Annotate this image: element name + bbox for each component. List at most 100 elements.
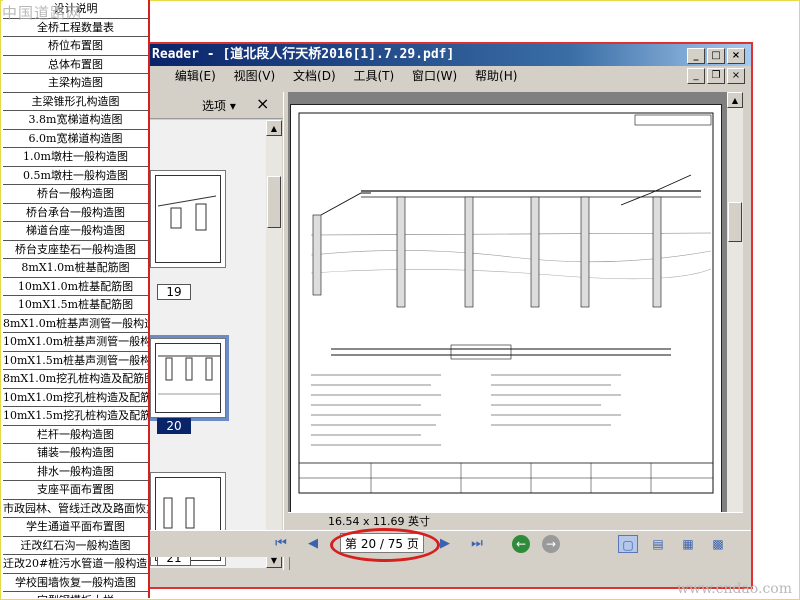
scrollbar-thumb[interactable] xyxy=(728,202,742,242)
drawing-list: 设计说明 全桥工程数量表 桥位布置图 总体布置图 主梁构造图 主梁锥形孔构造图 3.8m宽梯… xyxy=(3,0,150,598)
drawing-list-item[interactable]: 1.0m墩柱一般构造图 xyxy=(3,148,148,167)
soil-layer xyxy=(310,250,712,263)
facing-view-icon[interactable]: ▦ xyxy=(678,535,698,553)
status-bar: 16.54 x 11.69 英寸 xyxy=(288,512,743,531)
forward-icon[interactable]: → xyxy=(542,535,560,553)
drawing-list-item[interactable]: 学生通道平面布置图 xyxy=(3,518,148,537)
stair-ramp xyxy=(320,192,371,216)
drawing-list-item[interactable]: 支座平面布置图 xyxy=(3,481,148,500)
drawing-list-item[interactable]: 定型钢模板大样 xyxy=(3,592,148,598)
menu-edit[interactable]: 编辑(E) xyxy=(168,66,223,86)
menu-view[interactable]: 视图(V) xyxy=(227,66,283,86)
next-page-icon[interactable]: ▶ xyxy=(436,535,454,553)
page-size-readout: 16.54 x 11.69 英寸 xyxy=(328,515,430,528)
window-controls: _ □ × xyxy=(687,48,745,64)
drawing-list-item[interactable]: 0.5m墩柱一般构造图 xyxy=(3,167,148,185)
thumbnail-label: 19 xyxy=(157,284,191,300)
plan-box xyxy=(450,344,512,360)
thumb-pier xyxy=(165,357,173,381)
drawing-list-item[interactable]: 10mX1.5m挖孔桩构造及配筋图 xyxy=(3,407,148,426)
drawing-list-item[interactable]: 总体布置图 xyxy=(3,56,148,74)
drawing-list-item[interactable]: 排水一般构造图 xyxy=(3,463,148,481)
prev-page-icon[interactable]: ◀ xyxy=(304,535,322,553)
drawing-list-item[interactable]: 8mX1.0m桩基配筋图 xyxy=(3,259,148,278)
last-page-icon[interactable]: ⏭ xyxy=(468,535,486,553)
drawing-list-item[interactable]: 市政园林、管线迁改及路面恢复示意图 xyxy=(3,500,148,518)
thumbnail-sketch xyxy=(158,355,220,395)
ground-line xyxy=(310,232,712,236)
drawing-list-item[interactable]: 3.8m宽梯道构造图 xyxy=(3,111,148,130)
drawing-list-item[interactable]: 桥台承台一般构造图 xyxy=(3,204,148,222)
menu-document[interactable]: 文档(D) xyxy=(286,66,343,86)
soil-layer xyxy=(310,268,712,280)
pier xyxy=(312,214,322,296)
thumb-line xyxy=(157,195,217,207)
scroll-up-icon[interactable]: ▲ xyxy=(266,120,282,136)
drawing-list-item[interactable]: 迁改红石沟一般构造图 xyxy=(3,537,148,555)
pane-close-button[interactable]: × xyxy=(256,94,269,113)
drawing-list-item[interactable]: 主梁锥形孔构造图 xyxy=(3,93,148,111)
drawing-list-item[interactable]: 6.0m宽梯道构造图 xyxy=(3,130,148,148)
pdf-page xyxy=(290,104,722,536)
watermark-bottom-right: www.cndao.com xyxy=(676,581,792,597)
doc-minimize-button[interactable]: _ xyxy=(687,68,705,84)
thumbnail-label-selected: 20 xyxy=(157,418,191,434)
document-scrollbar[interactable]: ▲ ▼ xyxy=(727,92,743,542)
maximize-button[interactable]: □ xyxy=(707,48,725,64)
window-title: Reader - [道北段人行天桥2016[1].7.29.pdf] xyxy=(152,47,455,62)
sheet-box xyxy=(634,114,712,126)
drawing-list-item[interactable]: 梯道台座一般构造图 xyxy=(3,222,148,241)
drawing-list-item[interactable]: 栏杆一般构造图 xyxy=(3,426,148,444)
pier xyxy=(396,196,406,308)
doc-close-button[interactable]: × xyxy=(727,68,745,84)
drawing-list-item[interactable]: 迁改20#桩污水管道一般构造图 xyxy=(3,555,148,574)
thumbnail-drawing xyxy=(155,343,221,413)
page-thumbnail[interactable] xyxy=(150,170,226,268)
doc-restore-button[interactable]: ❐ xyxy=(707,68,725,84)
back-icon[interactable]: ← xyxy=(512,535,530,553)
drawing-list-item[interactable]: 桥台支座垫石一般构造图 xyxy=(3,241,148,259)
watermark-top-left: 中国道路网 xyxy=(2,4,83,22)
pier xyxy=(652,196,662,308)
menu-bar: 编辑(E) 视图(V) 文档(D) 工具(T) 窗口(W) 帮助(H) xyxy=(150,66,751,86)
thumbnail-pane-header: 选项 ▾ × xyxy=(150,92,283,119)
drawing-list-item[interactable]: 10mX1.0m桩基配筋图 xyxy=(3,278,148,296)
document-view xyxy=(288,92,727,542)
thumb-pier xyxy=(195,203,207,231)
page-thumbnail-selected[interactable] xyxy=(150,335,229,421)
thumb-pier xyxy=(185,497,195,529)
minimize-button[interactable]: _ xyxy=(687,48,705,64)
single-page-icon[interactable]: ▢ xyxy=(618,535,638,553)
pane-options-button[interactable]: 选项 ▾ xyxy=(202,97,236,114)
drawing-list-item[interactable]: 铺装一般构造图 xyxy=(3,444,148,463)
page-number-field[interactable]: 第 20 / 75 页 xyxy=(340,533,424,553)
first-page-icon[interactable]: ⏮ xyxy=(272,535,290,553)
thumbnail-drawing xyxy=(155,175,221,263)
drawing-list-item[interactable]: 10mX1.5m桩基配筋图 xyxy=(3,296,148,315)
continuous-view-icon[interactable]: ▤ xyxy=(648,535,668,553)
thumb-pier xyxy=(163,497,173,529)
drawing-list-item[interactable]: 主梁构造图 xyxy=(3,74,148,93)
continuous-facing-icon[interactable]: ▩ xyxy=(708,535,728,553)
pier xyxy=(464,196,474,308)
drawing-list-item[interactable]: 学校围墙恢复一般构造图 xyxy=(3,574,148,592)
right-toolbar-edge xyxy=(743,92,751,572)
document-controls: _ ❐ × xyxy=(687,68,745,84)
drawing-list-item[interactable]: 10mX1.5m桩基声测管一般构造图 xyxy=(3,352,148,370)
menu-tools[interactable]: 工具(T) xyxy=(346,66,401,86)
scrollbar-thumb[interactable] xyxy=(267,176,281,228)
drawing-border xyxy=(298,112,714,494)
window-titlebar[interactable]: Reader - [道北段人行天桥2016[1].7.29.pdf] xyxy=(150,44,751,66)
menu-help[interactable]: 帮助(H) xyxy=(468,66,524,86)
menu-window[interactable]: 窗口(W) xyxy=(405,66,464,86)
drawing-list-item[interactable]: 桥位布置图 xyxy=(3,37,148,56)
drawing-list-item[interactable]: 桥台一般构造图 xyxy=(3,185,148,204)
scroll-up-icon[interactable]: ▲ xyxy=(727,92,743,108)
drawing-list-item[interactable]: 8mX1.0m挖孔桩构造及配筋图 xyxy=(3,370,148,389)
drawing-list-item[interactable]: 10mX1.0m桩基声测管一般构造图 xyxy=(3,333,148,352)
navigation-bar: ⏮ ◀ 第 20 / 75 页 ▶ ⏭ ← → ▢ ▤ ▦ ▩ xyxy=(150,528,751,562)
close-button[interactable]: × xyxy=(727,48,745,64)
drawing-list-item[interactable]: 10mX1.0m挖孔桩构造及配筋图 xyxy=(3,389,148,407)
thumbnail-scrollbar[interactable]: ▲ ▼ xyxy=(266,120,282,568)
drawing-list-item[interactable]: 8mX1.0m桩基声测管一般构造图 xyxy=(3,315,148,333)
